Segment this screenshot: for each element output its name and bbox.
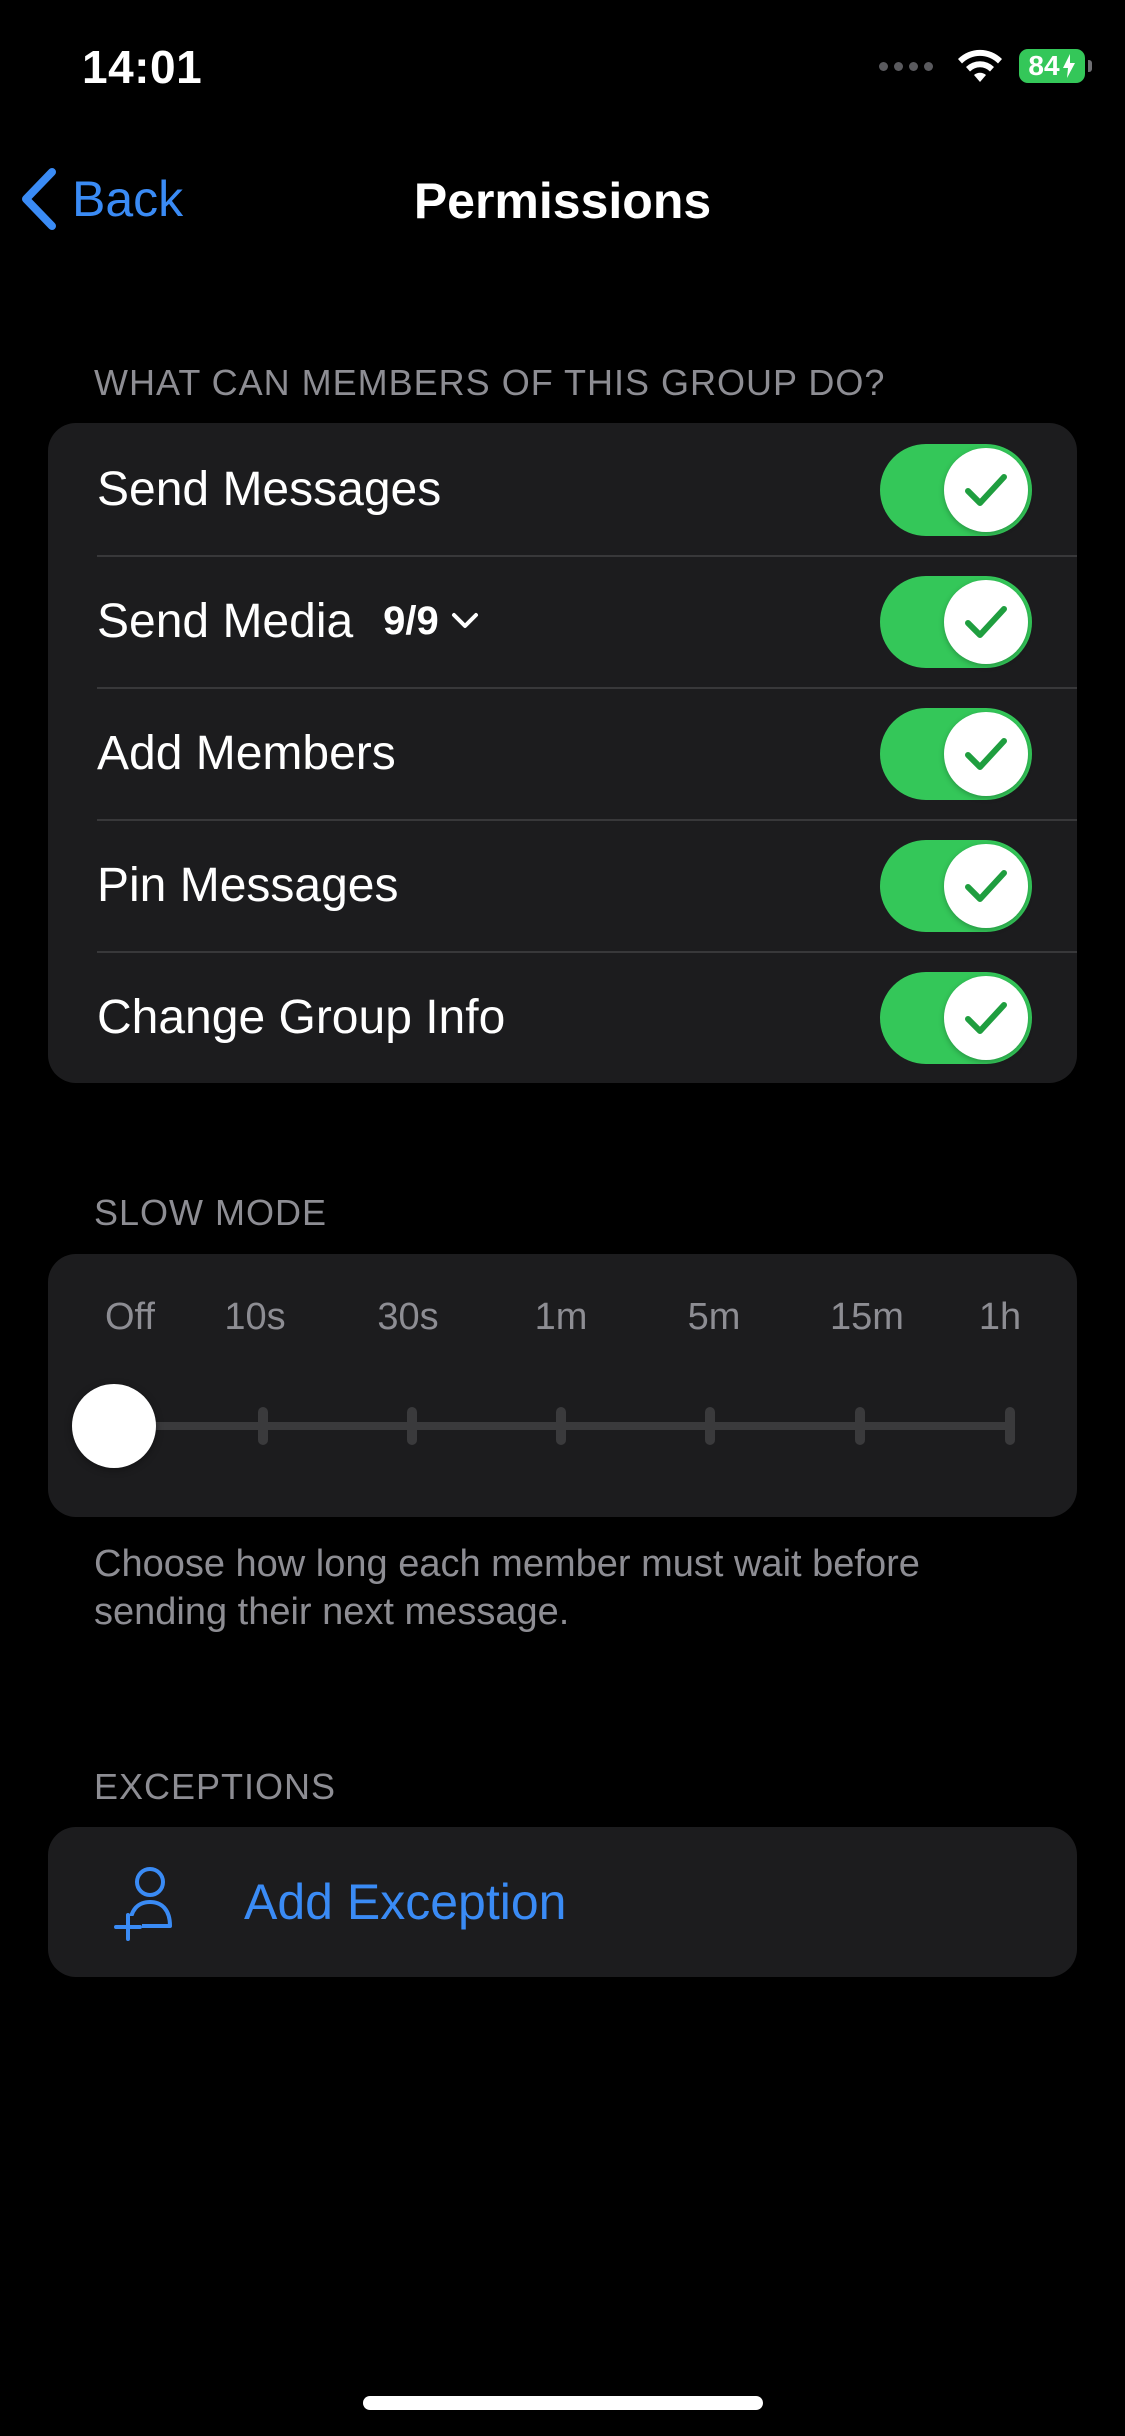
add-members-toggle[interactable] — [880, 708, 1032, 800]
slow-mode-slider-knob[interactable] — [72, 1384, 156, 1468]
permission-row-pin-messages[interactable]: Pin Messages — [48, 819, 1077, 951]
slow-mode-labels: Off 10s 30s 1m 5m 15m 1h — [48, 1296, 1077, 1346]
toggle-knob — [944, 712, 1028, 796]
battery-icon: 84 — [1019, 49, 1092, 83]
permission-row-add-members[interactable]: Add Members — [48, 687, 1077, 819]
checkmark-icon — [965, 474, 1007, 506]
slow-mode-option-label[interactable]: 30s — [377, 1296, 438, 1339]
permission-label: Send Media — [97, 594, 354, 648]
slider-tick — [258, 1407, 268, 1445]
permission-label: Change Group Info — [97, 990, 506, 1044]
permission-label: Send Messages — [97, 462, 442, 516]
slider-tick — [855, 1407, 865, 1445]
send-messages-toggle[interactable] — [880, 444, 1032, 536]
charging-bolt-icon — [1062, 54, 1075, 78]
wifi-icon — [958, 49, 1002, 82]
status-icons: 84 — [879, 48, 1092, 84]
home-indicator[interactable] — [363, 2396, 763, 2410]
pin-messages-toggle[interactable] — [880, 840, 1032, 932]
cellular-signal-icon — [879, 61, 933, 71]
toggle-knob — [944, 580, 1028, 664]
checkmark-icon — [965, 1002, 1007, 1034]
page-title: Permissions — [413, 173, 712, 229]
slow-mode-option-label[interactable]: 5m — [688, 1296, 741, 1339]
permissions-section-header: WHAT CAN MEMBERS OF THIS GROUP DO? — [94, 362, 886, 403]
exceptions-section-header: EXCEPTIONS — [94, 1766, 337, 1807]
slider-tick — [407, 1407, 417, 1445]
chevron-down-icon — [451, 613, 478, 628]
checkmark-icon — [965, 606, 1007, 638]
add-exception-label: Add Exception — [244, 1874, 567, 1930]
slow-mode-footer: Choose how long each member must wait be… — [94, 1543, 920, 1633]
checkmark-icon — [965, 738, 1007, 770]
battery-level: 84 — [1028, 50, 1060, 81]
slow-mode-card: Off 10s 30s 1m 5m 15m 1h — [48, 1254, 1077, 1517]
slider-tick — [556, 1407, 566, 1445]
checkmark-icon — [965, 870, 1007, 902]
add-user-icon — [114, 1867, 172, 1941]
send-media-toggle[interactable] — [880, 576, 1032, 668]
slider-tick — [1005, 1407, 1015, 1445]
add-exception-button[interactable]: Add Exception — [48, 1827, 1077, 1977]
permission-row-change-group-info[interactable]: Change Group Info — [48, 951, 1077, 1083]
exceptions-card: Add Exception — [48, 1827, 1077, 1977]
navigation-bar: Back Permissions — [0, 150, 1125, 250]
toggle-knob — [944, 976, 1028, 1060]
slow-mode-section-header: SLOW MODE — [94, 1192, 328, 1233]
toggle-knob — [944, 844, 1028, 928]
status-time: 14:01 — [82, 41, 203, 93]
slider-tick — [705, 1407, 715, 1445]
toggle-knob — [944, 448, 1028, 532]
slow-mode-option-label[interactable]: 1h — [979, 1296, 1021, 1339]
slow-mode-option-label[interactable]: 10s — [224, 1296, 285, 1339]
send-media-count-dropdown[interactable]: 9/9 — [383, 599, 479, 644]
status-bar: 14:01 84 — [0, 0, 1125, 140]
permission-label: Add Members — [97, 726, 396, 780]
permission-row-send-messages[interactable]: Send Messages — [48, 423, 1077, 555]
change-group-info-toggle[interactable] — [880, 972, 1032, 1064]
permission-row-send-media[interactable]: Send Media 9/9 — [48, 555, 1077, 687]
permissions-card: Send Messages Send Media 9/9 Add Members… — [48, 423, 1077, 1083]
permission-label: Pin Messages — [97, 858, 399, 912]
slow-mode-option-label[interactable]: Off — [105, 1296, 155, 1339]
slow-mode-option-label[interactable]: 1m — [535, 1296, 588, 1339]
slow-mode-option-label[interactable]: 15m — [830, 1296, 904, 1339]
media-count: 9/9 — [383, 598, 439, 643]
